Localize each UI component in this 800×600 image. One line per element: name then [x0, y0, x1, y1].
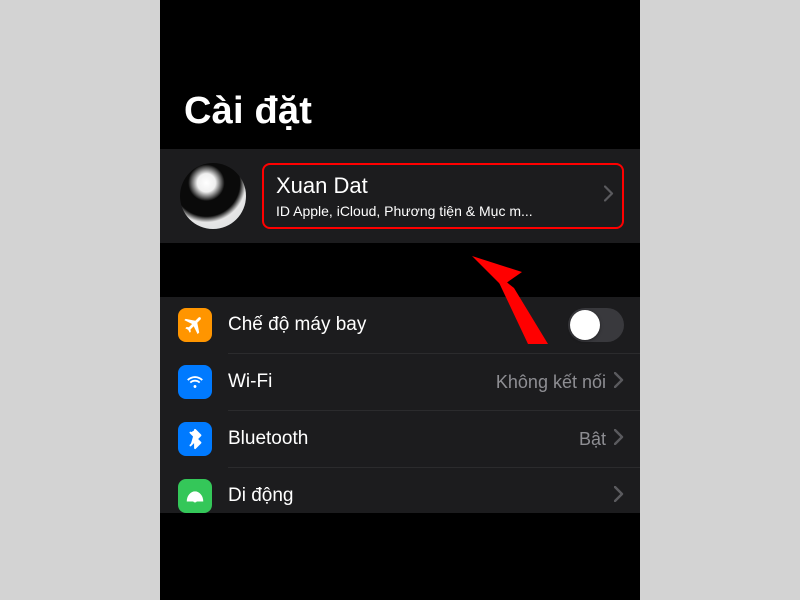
row-airplane-mode[interactable]: Chế độ máy bay — [160, 297, 640, 353]
row-wifi[interactable]: Wi-Fi Không kết nối — [160, 354, 640, 410]
chevron-right-icon — [604, 186, 614, 207]
row-label: Bluetooth — [228, 428, 579, 450]
bluetooth-icon — [178, 422, 212, 456]
toggle-knob — [570, 310, 600, 340]
chevron-right-icon — [614, 485, 624, 508]
annotation-highlight: Xuan Dat ID Apple, iCloud, Phương tiện &… — [262, 163, 624, 229]
airplane-toggle[interactable] — [568, 308, 624, 342]
chevron-right-icon — [614, 428, 624, 451]
row-value: Không kết nối — [496, 372, 606, 393]
row-cellular[interactable]: Di động — [160, 468, 640, 513]
wifi-icon — [178, 365, 212, 399]
account-name: Xuan Dat — [276, 173, 592, 199]
section-gap — [160, 243, 640, 297]
page-title: Cài đặt — [160, 0, 640, 149]
row-value: Bật — [579, 429, 606, 450]
row-bluetooth[interactable]: Bluetooth Bật — [160, 411, 640, 467]
settings-list: Chế độ máy bay Wi-Fi Không kết nối Bluet… — [160, 297, 640, 513]
avatar — [180, 163, 246, 229]
cellular-icon — [178, 479, 212, 513]
row-label: Di động — [228, 485, 614, 507]
airplane-icon — [178, 308, 212, 342]
row-label: Chế độ máy bay — [228, 314, 568, 336]
account-row[interactable]: Xuan Dat ID Apple, iCloud, Phương tiện &… — [160, 149, 640, 243]
row-label: Wi-Fi — [228, 371, 496, 393]
settings-screen: Cài đặt Xuan Dat ID Apple, iCloud, Phươn… — [160, 0, 640, 600]
account-subtitle: ID Apple, iCloud, Phương tiện & Mục m... — [276, 203, 592, 219]
chevron-right-icon — [614, 371, 624, 394]
